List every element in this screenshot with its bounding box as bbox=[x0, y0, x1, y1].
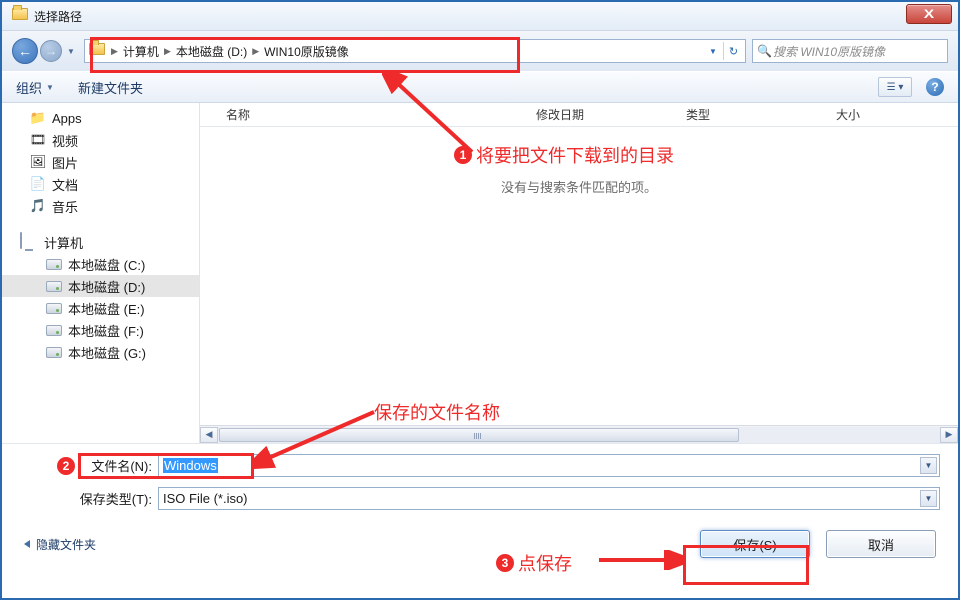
column-headers[interactable]: 名称 修改日期 类型 大小 bbox=[200, 103, 958, 127]
window-title: 选择路径 bbox=[34, 8, 82, 25]
column-size[interactable]: 大小 bbox=[836, 106, 958, 123]
sidebar-item-documents[interactable]: 📄 文档 bbox=[2, 173, 199, 195]
sidebar-drive-f[interactable]: 本地磁盘 (F:) bbox=[2, 319, 199, 341]
view-options-button[interactable]: ☰ ▾ bbox=[878, 77, 912, 97]
cancel-button[interactable]: 取消 bbox=[826, 530, 936, 558]
column-type[interactable]: 类型 bbox=[686, 106, 836, 123]
sidebar-item-label: 本地磁盘 (D:) bbox=[68, 277, 145, 296]
filename-dropdown[interactable]: ▼ bbox=[920, 457, 937, 474]
sidebar-item-pictures[interactable]: 🖼 图片 bbox=[2, 151, 199, 173]
sidebar-item-label: 视频 bbox=[52, 131, 78, 150]
breadcrumb-sep: ▶ bbox=[162, 46, 173, 57]
hide-folders-label: 隐藏文件夹 bbox=[36, 536, 96, 553]
save-button[interactable]: 保存(S) bbox=[700, 530, 810, 558]
sidebar-item-apps[interactable]: 📁 Apps bbox=[2, 107, 199, 129]
column-name[interactable]: 名称 bbox=[226, 106, 536, 123]
breadcrumb-folder[interactable]: WIN10原版镜像 bbox=[261, 43, 352, 60]
address-history-dropdown[interactable]: ▼ bbox=[705, 42, 721, 60]
sidebar[interactable]: 📁 Apps 🎞 视频 🖼 图片 📄 文档 🎵 音乐 计算机 本地磁盘 (C:) 本地磁盘… bbox=[2, 103, 200, 443]
sidebar-item-music[interactable]: 🎵 音乐 bbox=[2, 195, 199, 217]
picture-icon: 🖼 bbox=[30, 154, 46, 170]
sidebar-drive-e[interactable]: 本地磁盘 (E:) bbox=[2, 297, 199, 319]
filetype-value: ISO File (*.iso) bbox=[163, 491, 248, 506]
new-folder-button[interactable]: 新建文件夹 bbox=[78, 78, 143, 97]
document-icon: 📄 bbox=[30, 176, 46, 192]
drive-icon bbox=[46, 256, 62, 272]
filename-value: Windows bbox=[163, 458, 218, 473]
save-button-label: 保存(S) bbox=[733, 535, 776, 554]
hide-folders-toggle[interactable]: 隐藏文件夹 bbox=[24, 536, 96, 553]
scroll-track[interactable] bbox=[218, 427, 940, 443]
filename-input[interactable]: Windows ▼ bbox=[158, 454, 940, 477]
video-icon: 🎞 bbox=[30, 132, 46, 148]
scroll-right-button[interactable]: ▶ bbox=[940, 427, 958, 443]
folder-icon bbox=[89, 43, 105, 59]
sidebar-drive-c[interactable]: 本地磁盘 (C:) bbox=[2, 253, 199, 275]
sidebar-drive-d[interactable]: 本地磁盘 (D:) bbox=[2, 275, 199, 297]
organize-menu[interactable]: 组织▼ bbox=[16, 78, 54, 97]
sidebar-item-label: 本地磁盘 (C:) bbox=[68, 255, 145, 274]
sidebar-item-label: Apps bbox=[52, 111, 82, 126]
sidebar-item-label: 本地磁盘 (G:) bbox=[68, 343, 146, 362]
search-placeholder: 搜索 WIN10原版镜像 bbox=[773, 43, 885, 60]
new-folder-label: 新建文件夹 bbox=[78, 78, 143, 97]
app-icon bbox=[12, 8, 28, 24]
filetype-select[interactable]: ISO File (*.iso) ▼ bbox=[158, 487, 940, 510]
drive-icon bbox=[46, 278, 62, 294]
collapse-icon bbox=[24, 540, 30, 548]
nav-history-dropdown[interactable]: ▼ bbox=[64, 38, 78, 64]
empty-message: 没有与搜索条件匹配的项。 bbox=[200, 127, 958, 425]
sidebar-item-label: 文档 bbox=[52, 175, 78, 194]
drive-icon bbox=[46, 344, 62, 360]
sidebar-item-computer[interactable]: 计算机 bbox=[2, 231, 199, 253]
sidebar-computer-group: 计算机 本地磁盘 (C:) 本地磁盘 (D:) 本地磁盘 (E:) 本地磁盘 (… bbox=[2, 231, 199, 363]
back-button[interactable]: ← bbox=[12, 38, 38, 64]
horizontal-scrollbar[interactable]: ◀ ▶ bbox=[200, 425, 958, 443]
sidebar-item-label: 计算机 bbox=[44, 233, 83, 252]
drive-icon bbox=[46, 322, 62, 338]
sidebar-item-label: 图片 bbox=[52, 153, 78, 172]
close-button[interactable]: X bbox=[906, 4, 952, 24]
refresh-button[interactable]: ↻ bbox=[723, 42, 743, 60]
filetype-label: 保存类型(T): bbox=[72, 489, 158, 508]
apps-icon: 📁 bbox=[30, 110, 46, 126]
search-icon: 🔍 bbox=[757, 44, 771, 58]
breadcrumb-sep: ▶ bbox=[109, 46, 120, 57]
scroll-left-button[interactable]: ◀ bbox=[200, 427, 218, 443]
sidebar-item-label: 音乐 bbox=[52, 197, 78, 216]
filename-row: 文件名(N): Windows ▼ bbox=[72, 454, 940, 477]
titlebar: 选择路径 X bbox=[2, 2, 958, 31]
sidebar-item-label: 本地磁盘 (F:) bbox=[68, 321, 144, 340]
column-modified[interactable]: 修改日期 bbox=[536, 106, 686, 123]
breadcrumb-sep: ▶ bbox=[250, 46, 261, 57]
nav-row: ← → ▼ ▶ 计算机 ▶ 本地磁盘 (D:) ▶ WIN10原版镜像 ▼ ↻ … bbox=[2, 31, 958, 71]
breadcrumb-computer[interactable]: 计算机 bbox=[120, 43, 162, 60]
music-icon: 🎵 bbox=[30, 198, 46, 214]
filetype-dropdown[interactable]: ▼ bbox=[920, 490, 937, 507]
filename-label: 文件名(N): bbox=[72, 456, 158, 475]
forward-button[interactable]: → bbox=[40, 40, 62, 62]
body: 📁 Apps 🎞 视频 🖼 图片 📄 文档 🎵 音乐 计算机 本地磁盘 (C:) 本地磁盘… bbox=[2, 103, 958, 443]
sidebar-item-label: 本地磁盘 (E:) bbox=[68, 299, 145, 318]
sidebar-favorites-group: 📁 Apps 🎞 视频 🖼 图片 📄 文档 🎵 音乐 bbox=[2, 107, 199, 217]
filetype-row: 保存类型(T): ISO File (*.iso) ▼ bbox=[72, 487, 940, 510]
help-button[interactable]: ? bbox=[926, 78, 944, 96]
sidebar-drive-g[interactable]: 本地磁盘 (G:) bbox=[2, 341, 199, 363]
search-input[interactable]: 🔍 搜索 WIN10原版镜像 bbox=[752, 39, 948, 63]
toolbar: 组织▼ 新建文件夹 ☰ ▾ ? bbox=[2, 71, 958, 103]
address-bar[interactable]: ▶ 计算机 ▶ 本地磁盘 (D:) ▶ WIN10原版镜像 ▼ ↻ bbox=[84, 39, 746, 63]
file-list-area: 名称 修改日期 类型 大小 没有与搜索条件匹配的项。 ◀ ▶ bbox=[200, 103, 958, 443]
sidebar-item-videos[interactable]: 🎞 视频 bbox=[2, 129, 199, 151]
organize-label: 组织 bbox=[16, 78, 42, 97]
save-form: 文件名(N): Windows ▼ 保存类型(T): ISO File (*.i… bbox=[2, 443, 958, 510]
scroll-thumb[interactable] bbox=[219, 428, 739, 442]
cancel-button-label: 取消 bbox=[868, 535, 894, 554]
drive-icon bbox=[46, 300, 62, 316]
computer-icon bbox=[20, 233, 38, 251]
footer: 隐藏文件夹 保存(S) 取消 bbox=[2, 520, 958, 566]
breadcrumb-drive-d[interactable]: 本地磁盘 (D:) bbox=[173, 43, 250, 60]
